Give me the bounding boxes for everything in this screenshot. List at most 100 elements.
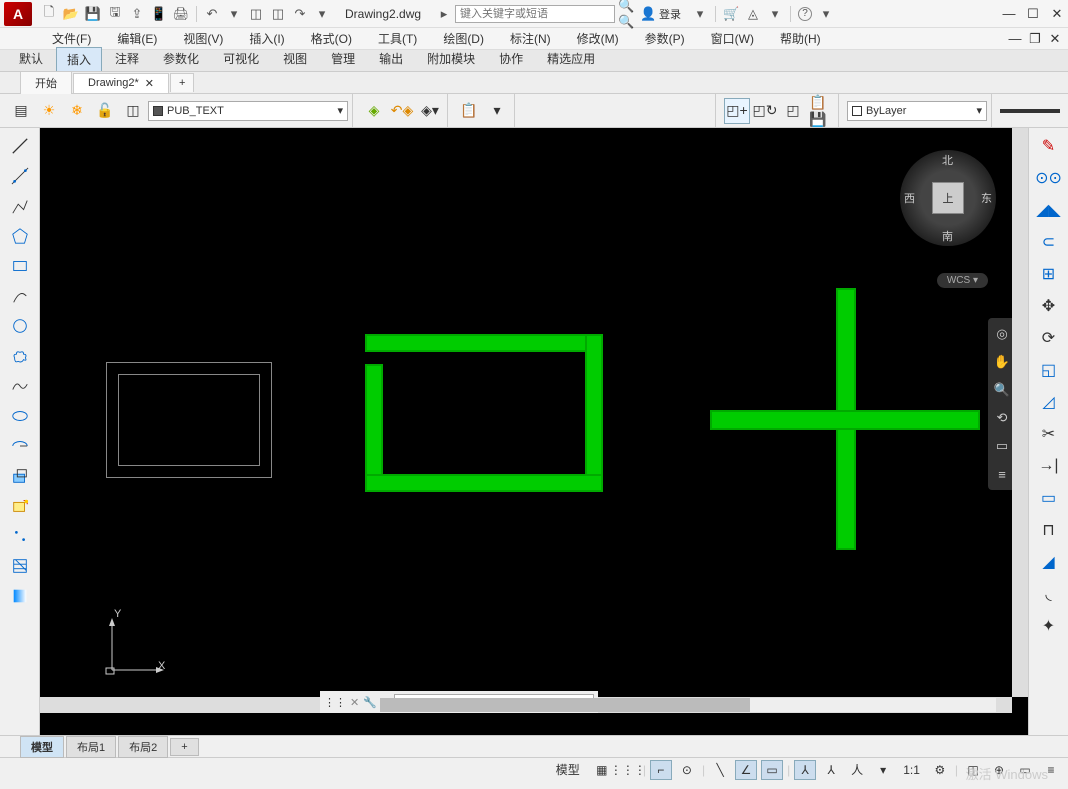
share-icon[interactable]: ⇪ xyxy=(129,6,145,22)
layer-select[interactable]: PUB_TEXT ▾ xyxy=(148,101,348,121)
extend-icon[interactable]: →| xyxy=(1034,452,1064,480)
layer-lock-icon[interactable]: 🔓 xyxy=(92,98,118,124)
help-drop-icon[interactable]: ▾ xyxy=(818,6,834,22)
cart-icon[interactable]: 🛒 xyxy=(723,6,739,22)
redo-icon[interactable]: ↷ xyxy=(292,6,308,22)
layer-freeze-icon[interactable]: ❄ xyxy=(64,98,90,124)
tab-annotate[interactable]: 注释 xyxy=(104,46,150,71)
viewcube-east[interactable]: 东 xyxy=(981,190,992,206)
tab-view[interactable]: 视图 xyxy=(272,46,318,71)
point-icon[interactable] xyxy=(3,522,37,550)
insert-block-icon[interactable] xyxy=(3,462,37,490)
search-input[interactable] xyxy=(455,5,615,23)
undo-drop-icon[interactable]: ▾ xyxy=(226,6,242,22)
new-icon[interactable]: 🗋 xyxy=(41,6,57,22)
clip2-icon[interactable]: ◫ xyxy=(270,6,286,22)
drawing-canvas[interactable]: X Y 上 北 南 西 东 WCS ▾ ◎ ✋ 🔍 ⟲ ▭ xyxy=(40,128,1028,713)
erase-icon[interactable]: ✎ xyxy=(1034,132,1064,160)
menu-help[interactable]: 帮助(H) xyxy=(776,28,825,49)
doc-tab-add[interactable]: + xyxy=(170,73,194,92)
layer-props-button[interactable]: ▤ xyxy=(8,98,34,124)
doc-close-button[interactable]: ✕ xyxy=(1048,32,1062,46)
rotate-icon[interactable]: ⟳ xyxy=(1034,324,1064,352)
viewcube-west[interactable]: 西 xyxy=(904,190,915,206)
block-save-icon[interactable]: 📋💾 xyxy=(808,98,834,124)
doc-tab-close-icon[interactable]: ✕ xyxy=(145,77,154,90)
layerstate-icon[interactable]: ◈ xyxy=(361,98,387,124)
tab-manage[interactable]: 管理 xyxy=(320,46,366,71)
rectangle-icon[interactable] xyxy=(3,252,37,280)
color-select[interactable]: ByLayer ▾ xyxy=(847,101,987,121)
polar-icon[interactable]: ⊙ xyxy=(676,760,698,780)
cmd-close-icon[interactable]: ✕ xyxy=(350,696,359,709)
nav-showmotion-icon[interactable]: ▭ xyxy=(992,436,1012,456)
viewcube-top[interactable]: 上 xyxy=(932,182,964,214)
layerprev-icon[interactable]: ↶◈ xyxy=(389,98,415,124)
tab-featured[interactable]: 精选应用 xyxy=(536,46,606,71)
hw-icon[interactable]: ⊕ xyxy=(988,760,1010,780)
bylayer-drop-icon[interactable]: ▾ xyxy=(976,104,982,117)
nav-wheel-icon[interactable]: ◎ xyxy=(992,324,1012,344)
iso-icon[interactable]: ◫ xyxy=(962,760,984,780)
snap-icon[interactable]: ⋮⋮⋮ xyxy=(617,760,639,780)
scroll-thumb[interactable] xyxy=(380,698,750,712)
print-icon[interactable]: 🖨 xyxy=(173,6,189,22)
layer-plot-icon[interactable]: ◫ xyxy=(120,98,146,124)
ortho-icon[interactable]: ⌐ xyxy=(650,760,672,780)
scale-icon[interactable]: ◱ xyxy=(1034,356,1064,384)
stretch-icon[interactable]: ◿ xyxy=(1034,388,1064,416)
find-icon[interactable]: 🔍🔍 xyxy=(618,6,634,22)
drop1-icon[interactable]: ▾ xyxy=(692,6,708,22)
tab-default[interactable]: 默认 xyxy=(8,46,54,71)
circle-icon[interactable] xyxy=(3,312,37,340)
nav-zoom-icon[interactable]: 🔍 xyxy=(992,380,1012,400)
clip-icon[interactable]: ◫ xyxy=(248,6,264,22)
redo-drop-icon[interactable]: ▾ xyxy=(314,6,330,22)
nav-pan-icon[interactable]: ✋ xyxy=(992,352,1012,372)
saveas-icon[interactable]: 🖫 xyxy=(107,6,123,22)
tab-model[interactable]: 模型 xyxy=(20,736,64,758)
tab-visualize[interactable]: 可视化 xyxy=(212,46,270,71)
scale-readout[interactable]: 1:1 xyxy=(898,760,925,780)
scrollbar-vertical[interactable] xyxy=(1012,128,1028,697)
tab-parametric[interactable]: 参数化 xyxy=(152,46,210,71)
sc-icon[interactable]: ▾ xyxy=(872,760,894,780)
drop2-icon[interactable]: ▾ xyxy=(767,6,783,22)
join-icon[interactable]: ⊓ xyxy=(1034,516,1064,544)
menu-window[interactable]: 窗口(W) xyxy=(707,28,758,49)
move-icon[interactable]: ✥ xyxy=(1034,292,1064,320)
explode-icon[interactable]: ✦ xyxy=(1034,612,1064,640)
line-icon[interactable] xyxy=(3,132,37,160)
cloud-icon[interactable]: ◬ xyxy=(745,6,761,22)
help-icon[interactable]: ? xyxy=(798,7,812,21)
open-icon[interactable]: 📂 xyxy=(63,6,79,22)
polygon-icon[interactable] xyxy=(3,222,37,250)
block-edit-icon[interactable]: ◰↻ xyxy=(752,98,778,124)
tpy-icon[interactable]: ⅄ xyxy=(820,760,842,780)
undo-icon[interactable]: ↶ xyxy=(204,6,220,22)
doc-tab-drawing2[interactable]: Drawing2*✕ xyxy=(73,73,169,93)
nav-orbit-icon[interactable]: ⟲ xyxy=(992,408,1012,428)
tab-layout-add[interactable]: + xyxy=(170,738,198,756)
paste-drop-icon[interactable]: ▾ xyxy=(484,98,510,124)
doc-restore-button[interactable]: ❐ xyxy=(1028,32,1042,46)
cmd-wrench-icon[interactable]: 🔧 xyxy=(363,696,377,709)
hatch-icon[interactable] xyxy=(3,552,37,580)
wcs-badge[interactable]: WCS ▾ xyxy=(937,273,988,288)
minimize-button[interactable]: — xyxy=(1002,7,1016,21)
revcloud-icon[interactable] xyxy=(3,342,37,370)
break-icon[interactable]: ▭ xyxy=(1034,484,1064,512)
tab-layout1[interactable]: 布局1 xyxy=(66,736,116,758)
scrollbar-horizontal[interactable]: ⋮⋮ ✕ 🔧 ➤ xyxy=(40,697,1012,713)
lwt-icon[interactable]: ⅄ xyxy=(794,760,816,780)
offset-icon[interactable]: ⊂ xyxy=(1034,228,1064,256)
doc-minimize-button[interactable]: — xyxy=(1008,32,1022,46)
viewcube-north[interactable]: 北 xyxy=(942,152,953,168)
tab-insert[interactable]: 插入 xyxy=(56,47,102,71)
layer-drop-icon[interactable]: ▾ xyxy=(337,104,343,117)
otrack-icon[interactable]: ∠ xyxy=(735,760,757,780)
layer-sun-icon[interactable]: ☀ xyxy=(36,98,62,124)
layeriso-icon[interactable]: ◈▾ xyxy=(417,98,443,124)
lineweight-preview[interactable] xyxy=(1000,109,1060,113)
mobile-icon[interactable]: 📱 xyxy=(151,6,167,22)
